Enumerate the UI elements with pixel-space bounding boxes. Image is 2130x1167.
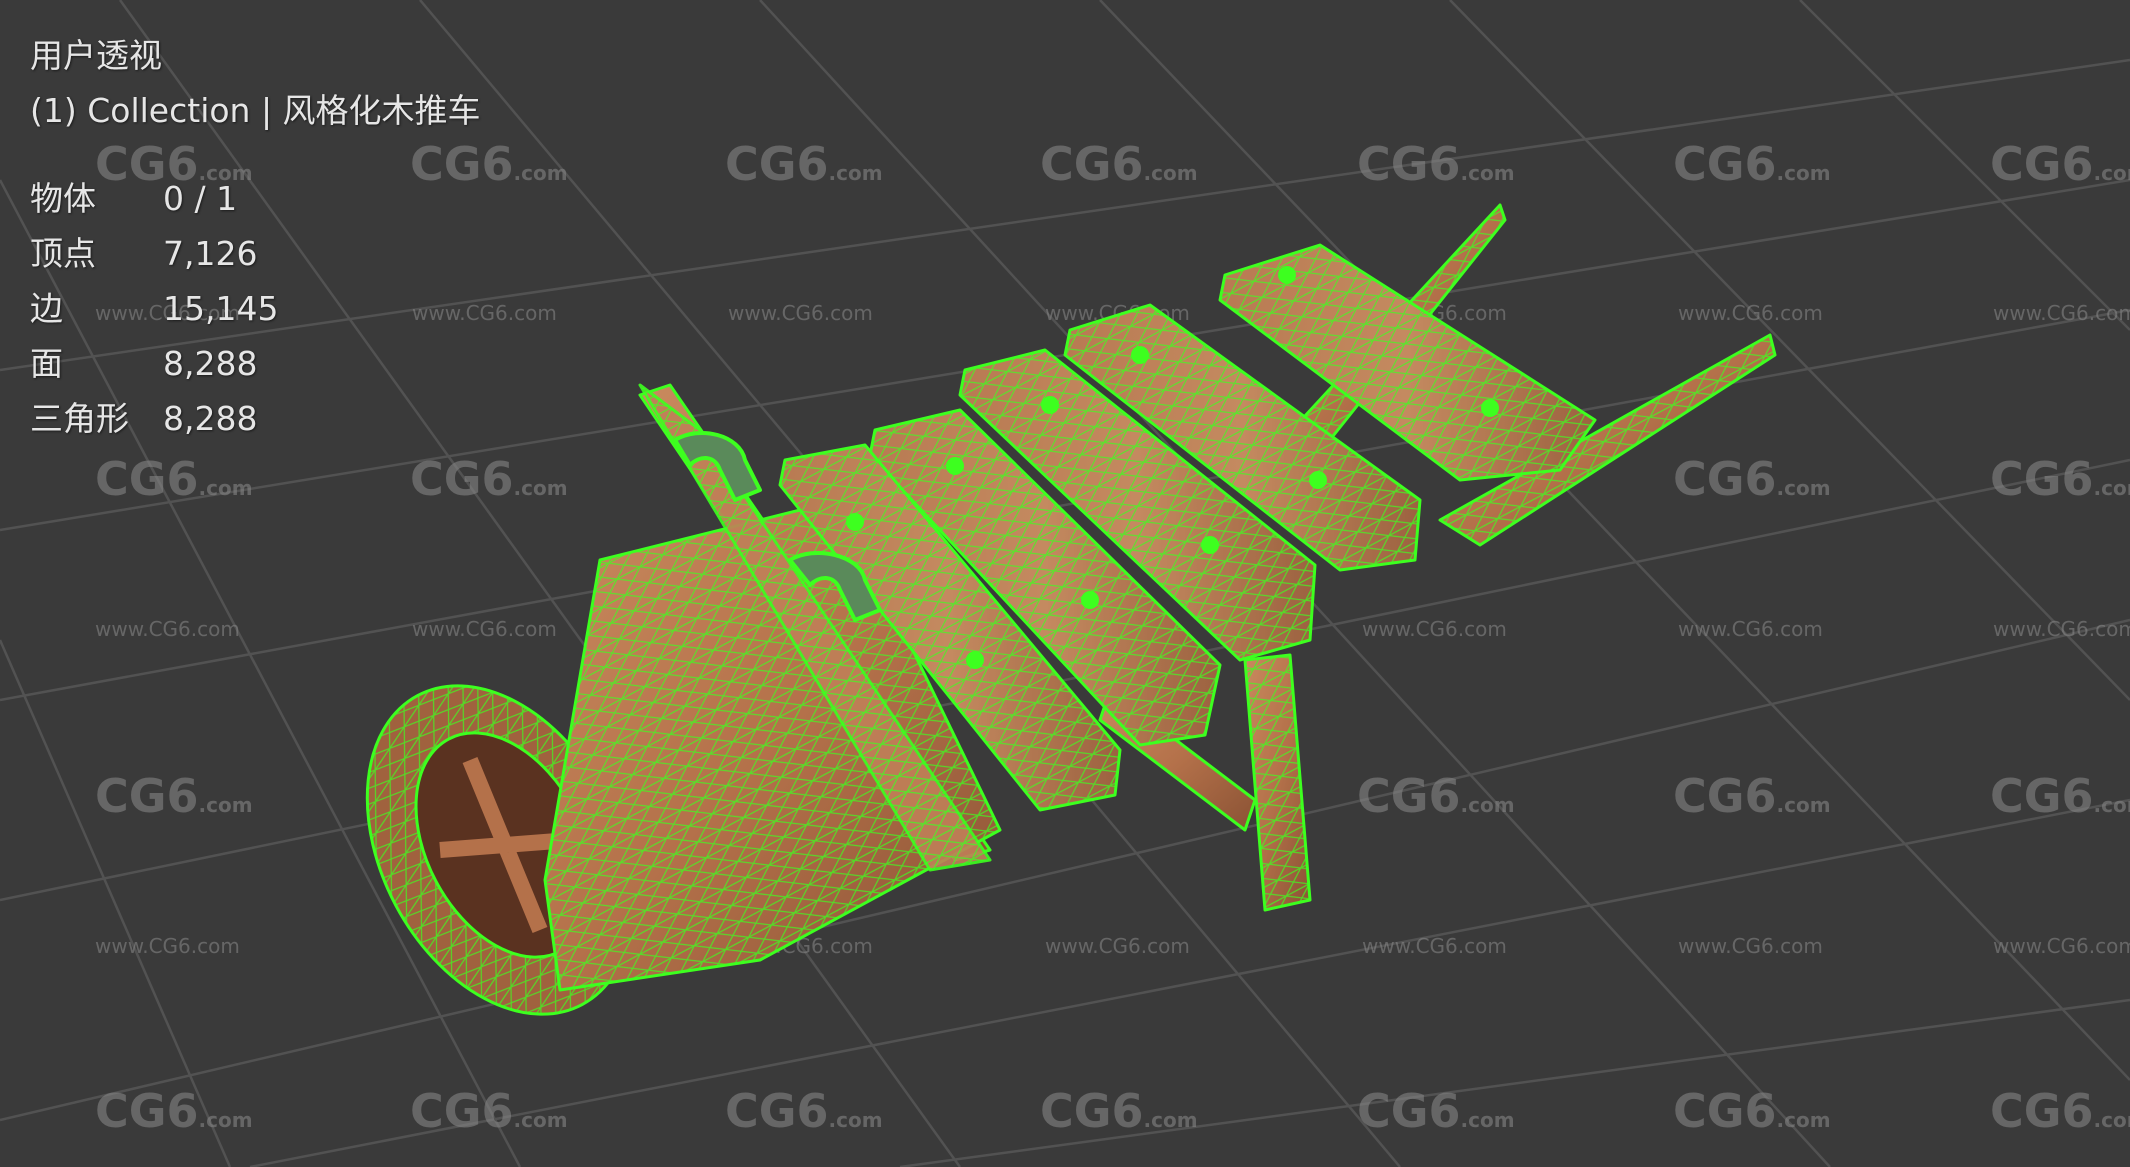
- svg-text:www.CG6.com: www.CG6.com: [1993, 934, 2130, 958]
- svg-text:www.CG6.com: www.CG6.com: [1678, 934, 1823, 958]
- svg-text:CG6.com: CG6.com: [725, 137, 883, 191]
- svg-text:www.CG6.com: www.CG6.com: [1362, 934, 1507, 958]
- svg-text:CG6.com: CG6.com: [1990, 769, 2130, 823]
- svg-text:CG6.com: CG6.com: [410, 452, 568, 506]
- stat-label: 面: [30, 344, 63, 383]
- stat-label: 边: [30, 289, 63, 328]
- 3d-viewport[interactable]: CG6.com CG6.com CG6.com CG6.com CG6.com …: [0, 0, 2130, 1167]
- svg-text:www.CG6.com: www.CG6.com: [1045, 934, 1190, 958]
- svg-text:CG6.com: CG6.com: [1040, 137, 1198, 191]
- svg-text:CG6.com: CG6.com: [1357, 137, 1515, 191]
- stat-value: 8,288: [163, 399, 258, 438]
- stat-row-triangles: 三角形 8,288: [30, 391, 481, 446]
- collection-line: (1) Collection | 风格化木推车: [30, 91, 481, 130]
- svg-text:CG6.com: CG6.com: [1990, 1084, 2130, 1138]
- svg-text:CG6.com: CG6.com: [95, 769, 253, 823]
- stat-value: 0 / 1: [163, 179, 238, 218]
- watermark-row-7: CG6.com CG6.com CG6.com CG6.com CG6.com …: [95, 1084, 2130, 1138]
- scene-statistics: 物体 0 / 1 顶点 7,126 边 15,145 面 8,288 三角形 8…: [30, 171, 481, 446]
- stat-row-faces: 面 8,288: [30, 336, 481, 391]
- svg-text:CG6.com: CG6.com: [410, 1084, 568, 1138]
- svg-text:CG6.com: CG6.com: [1673, 1084, 1831, 1138]
- svg-text:CG6.com: CG6.com: [1673, 137, 1831, 191]
- stat-value: 7,126: [163, 234, 258, 273]
- stat-label: 顶点: [30, 234, 96, 273]
- stat-label: 三角形: [30, 399, 129, 438]
- stat-row-edges: 边 15,145: [30, 281, 481, 336]
- stat-row-objects: 物体 0 / 1: [30, 171, 481, 226]
- stat-label: 物体: [30, 179, 96, 218]
- stat-row-vertices: 顶点 7,126: [30, 226, 481, 281]
- svg-text:CG6.com: CG6.com: [95, 452, 253, 506]
- svg-text:www.CG6.com: www.CG6.com: [95, 934, 240, 958]
- svg-text:www.CG6.com: www.CG6.com: [728, 301, 873, 325]
- view-name: 用户透视: [30, 36, 162, 75]
- svg-text:www.CG6.com: www.CG6.com: [412, 617, 557, 641]
- svg-text:CG6.com: CG6.com: [1990, 452, 2130, 506]
- svg-text:CG6.com: CG6.com: [1673, 452, 1831, 506]
- stat-value: 8,288: [163, 344, 258, 383]
- svg-text:www.CG6.com: www.CG6.com: [1678, 617, 1823, 641]
- svg-text:www.CG6.com: www.CG6.com: [1993, 617, 2130, 641]
- viewport-info-overlay: 用户透视 (1) Collection | 风格化木推车 物体 0 / 1 顶点…: [30, 28, 481, 446]
- svg-text:CG6.com: CG6.com: [95, 1084, 253, 1138]
- stat-value: 15,145: [163, 289, 279, 328]
- svg-text:www.CG6.com: www.CG6.com: [95, 617, 240, 641]
- svg-text:CG6.com: CG6.com: [1040, 1084, 1198, 1138]
- svg-text:CG6.com: CG6.com: [1357, 769, 1515, 823]
- svg-text:www.CG6.com: www.CG6.com: [1362, 617, 1507, 641]
- svg-text:www.CG6.com: www.CG6.com: [1678, 301, 1823, 325]
- svg-text:CG6.com: CG6.com: [1673, 769, 1831, 823]
- svg-text:CG6.com: CG6.com: [1990, 137, 2130, 191]
- svg-text:www.CG6.com: www.CG6.com: [1993, 301, 2130, 325]
- svg-text:CG6.com: CG6.com: [1357, 1084, 1515, 1138]
- svg-text:CG6.com: CG6.com: [725, 1084, 883, 1138]
